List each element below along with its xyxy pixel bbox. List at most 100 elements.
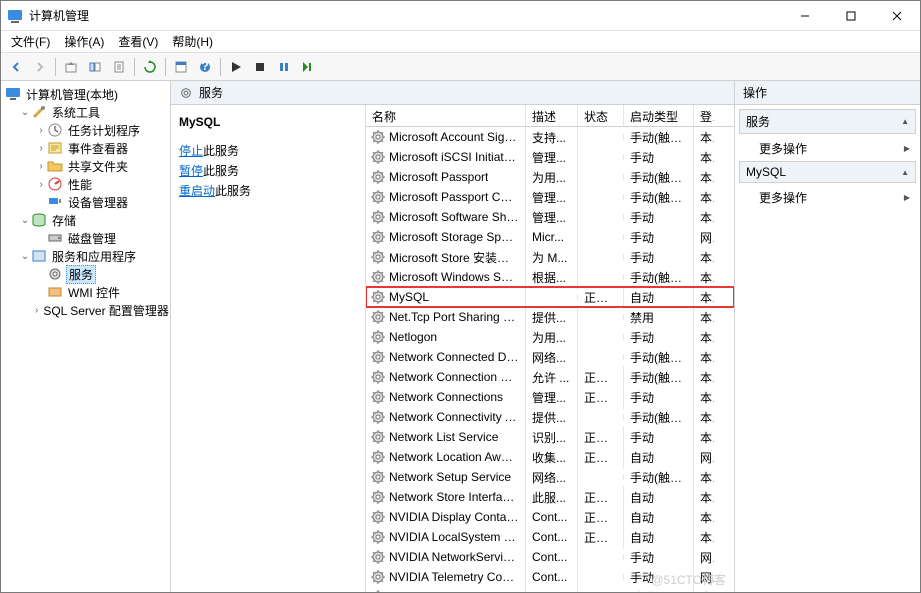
list-rows[interactable]: Microsoft Account Sign-in...支持...手动(触发..… <box>366 127 734 592</box>
collapse-icon[interactable]: ⌄ <box>19 251 31 262</box>
actions-section-mysql[interactable]: MySQL ▲ <box>739 161 916 183</box>
actions-section-services[interactable]: 服务 ▲ <box>739 109 916 134</box>
actions-more-services[interactable]: 更多操作 ▶ <box>739 136 916 161</box>
back-button[interactable] <box>5 56 27 78</box>
minimize-button[interactable] <box>782 1 828 31</box>
tree-sharedfolders[interactable]: › 共享文件夹 <box>1 157 170 175</box>
properties-icon[interactable] <box>170 56 192 78</box>
service-row[interactable]: Microsoft Store 安装服务为 M...手动本 <box>366 247 734 267</box>
service-row[interactable]: Network Location Aware...收集...正在...自动网 <box>366 447 734 467</box>
service-row[interactable]: NVIDIA Telemetry Contai...Cont...手动网 <box>366 567 734 587</box>
service-row[interactable]: Network Connected Devi...网络...手动(触发...本 <box>366 347 734 367</box>
tree-scheduler[interactable]: › 任务计划程序 <box>1 121 170 139</box>
service-row[interactable]: Microsoft Storage Space...Micr...手动网 <box>366 227 734 247</box>
tree-storage[interactable]: ⌄ 存储 <box>1 211 170 229</box>
service-row[interactable]: Network List Service识别...正在...手动本 <box>366 427 734 447</box>
service-icon <box>370 449 386 465</box>
tree-sqlconfig[interactable]: › SQL Server 配置管理器 <box>1 301 170 319</box>
export-icon[interactable] <box>108 56 130 78</box>
expand-icon[interactable]: › <box>35 179 47 190</box>
forward-button[interactable] <box>29 56 51 78</box>
separator <box>55 58 56 76</box>
service-icon <box>370 509 386 525</box>
service-icon <box>370 549 386 565</box>
restart-link[interactable]: 重启动 <box>179 184 215 198</box>
service-row[interactable]: MySQL正在...自动本 <box>366 287 734 307</box>
tree-wmi[interactable]: WMI 控件 <box>1 283 170 301</box>
tree-diskmgmt[interactable]: 磁盘管理 <box>1 229 170 247</box>
service-name: Microsoft Passport <box>389 170 488 184</box>
service-icon <box>370 309 386 325</box>
separator <box>134 58 135 76</box>
expand-icon[interactable]: › <box>35 305 38 316</box>
col-desc[interactable]: 描述 <box>526 105 578 126</box>
service-status <box>578 154 624 160</box>
menu-action[interactable]: 操作(A) <box>58 31 110 52</box>
col-status[interactable]: 状态 <box>578 105 624 126</box>
service-desc: Save... <box>526 587 578 592</box>
service-row[interactable]: Microsoft Account Sign-in...支持...手动(触发..… <box>366 127 734 147</box>
col-start[interactable]: 启动类型 <box>624 105 694 126</box>
service-row[interactable]: Network Store Interface ...此服...正在...自动本 <box>366 487 734 507</box>
service-name: Network Store Interface ... <box>389 490 519 504</box>
restart-service-icon[interactable] <box>297 56 319 78</box>
menu-help[interactable]: 帮助(H) <box>166 31 219 52</box>
eventviewer-icon <box>47 140 63 156</box>
service-row[interactable]: Microsoft Software Shad...管理...手动本 <box>366 207 734 227</box>
service-row[interactable]: Net.Tcp Port Sharing Ser...提供...禁用本 <box>366 307 734 327</box>
pause-link[interactable]: 暂停 <box>179 164 203 178</box>
tree-devmgr[interactable]: 设备管理器 <box>1 193 170 211</box>
service-icon <box>370 489 386 505</box>
service-row[interactable]: Netlogon为用...手动本 <box>366 327 734 347</box>
start-service-icon[interactable] <box>225 56 247 78</box>
service-row[interactable]: Network Connection Bro...允许 ...正在...手动(触… <box>366 367 734 387</box>
show-hide-tree-icon[interactable] <box>84 56 106 78</box>
menu-file[interactable]: 文件(F) <box>5 31 56 52</box>
service-row[interactable]: Microsoft iSCSI Initiator ...管理...手动本 <box>366 147 734 167</box>
service-icon <box>370 409 386 425</box>
service-row[interactable]: Network Connectivity Ass...提供...手动(触发...… <box>366 407 734 427</box>
stop-service-icon[interactable] <box>249 56 271 78</box>
tree-root[interactable]: 计算机管理(本地) <box>1 85 170 103</box>
service-name: Microsoft Passport Cont... <box>389 190 519 204</box>
expand-icon[interactable]: › <box>35 161 47 172</box>
service-row[interactable]: Microsoft Passport为用...手动(触发...本 <box>366 167 734 187</box>
col-logon[interactable]: 登 <box>694 105 714 126</box>
service-row[interactable]: Network Setup Service网络...手动(触发...本 <box>366 467 734 487</box>
service-row[interactable]: NVIDIA Display Containe...Cont...正在...自动… <box>366 507 734 527</box>
refresh-icon[interactable] <box>139 56 161 78</box>
expand-icon[interactable]: › <box>35 143 47 154</box>
service-desc: 管理... <box>526 206 578 229</box>
tree-systools[interactable]: ⌄ 系统工具 <box>1 103 170 121</box>
menu-view[interactable]: 查看(V) <box>112 31 164 52</box>
tree-servicesapps[interactable]: ⌄ 服务和应用程序 <box>1 247 170 265</box>
close-button[interactable] <box>874 1 920 31</box>
pause-service-icon[interactable] <box>273 56 295 78</box>
expand-icon[interactable]: › <box>35 125 47 136</box>
service-status: 正在... <box>578 526 624 549</box>
maximize-button[interactable] <box>828 1 874 31</box>
up-icon[interactable] <box>60 56 82 78</box>
col-name[interactable]: 名称 <box>366 105 526 126</box>
actions-more-mysql[interactable]: 更多操作 ▶ <box>739 185 916 210</box>
tree-pane[interactable]: 计算机管理(本地) ⌄ 系统工具 › 任务计划程序 › 事件查看器 › 共享文件… <box>1 81 171 592</box>
collapse-icon[interactable]: ⌄ <box>19 107 31 118</box>
service-status <box>578 574 624 580</box>
service-status <box>578 314 624 320</box>
service-desc: Cont... <box>526 547 578 567</box>
service-icon <box>370 529 386 545</box>
tree-services[interactable]: 服务 <box>1 265 170 283</box>
help-icon[interactable]: ? <box>194 56 216 78</box>
service-row[interactable]: Microsoft Windows SMS ...根据...手动(触发...本 <box>366 267 734 287</box>
service-row[interactable]: Microsoft Passport Cont...管理...手动(触发...本 <box>366 187 734 207</box>
service-name: Network Connections <box>389 390 503 404</box>
collapse-icon[interactable]: ⌄ <box>19 215 31 226</box>
tree-perf[interactable]: › 性能 <box>1 175 170 193</box>
toolbar: ? <box>1 53 920 81</box>
stop-link[interactable]: 停止 <box>179 144 203 158</box>
service-row[interactable]: Office 64 Source EngineSave...手动本 <box>366 587 734 592</box>
service-row[interactable]: NVIDIA NetworkService ...Cont...手动网 <box>366 547 734 567</box>
tree-eventviewer[interactable]: › 事件查看器 <box>1 139 170 157</box>
service-row[interactable]: Network Connections管理...正在...手动本 <box>366 387 734 407</box>
service-row[interactable]: NVIDIA LocalSystem Con...Cont...正在...自动本 <box>366 527 734 547</box>
